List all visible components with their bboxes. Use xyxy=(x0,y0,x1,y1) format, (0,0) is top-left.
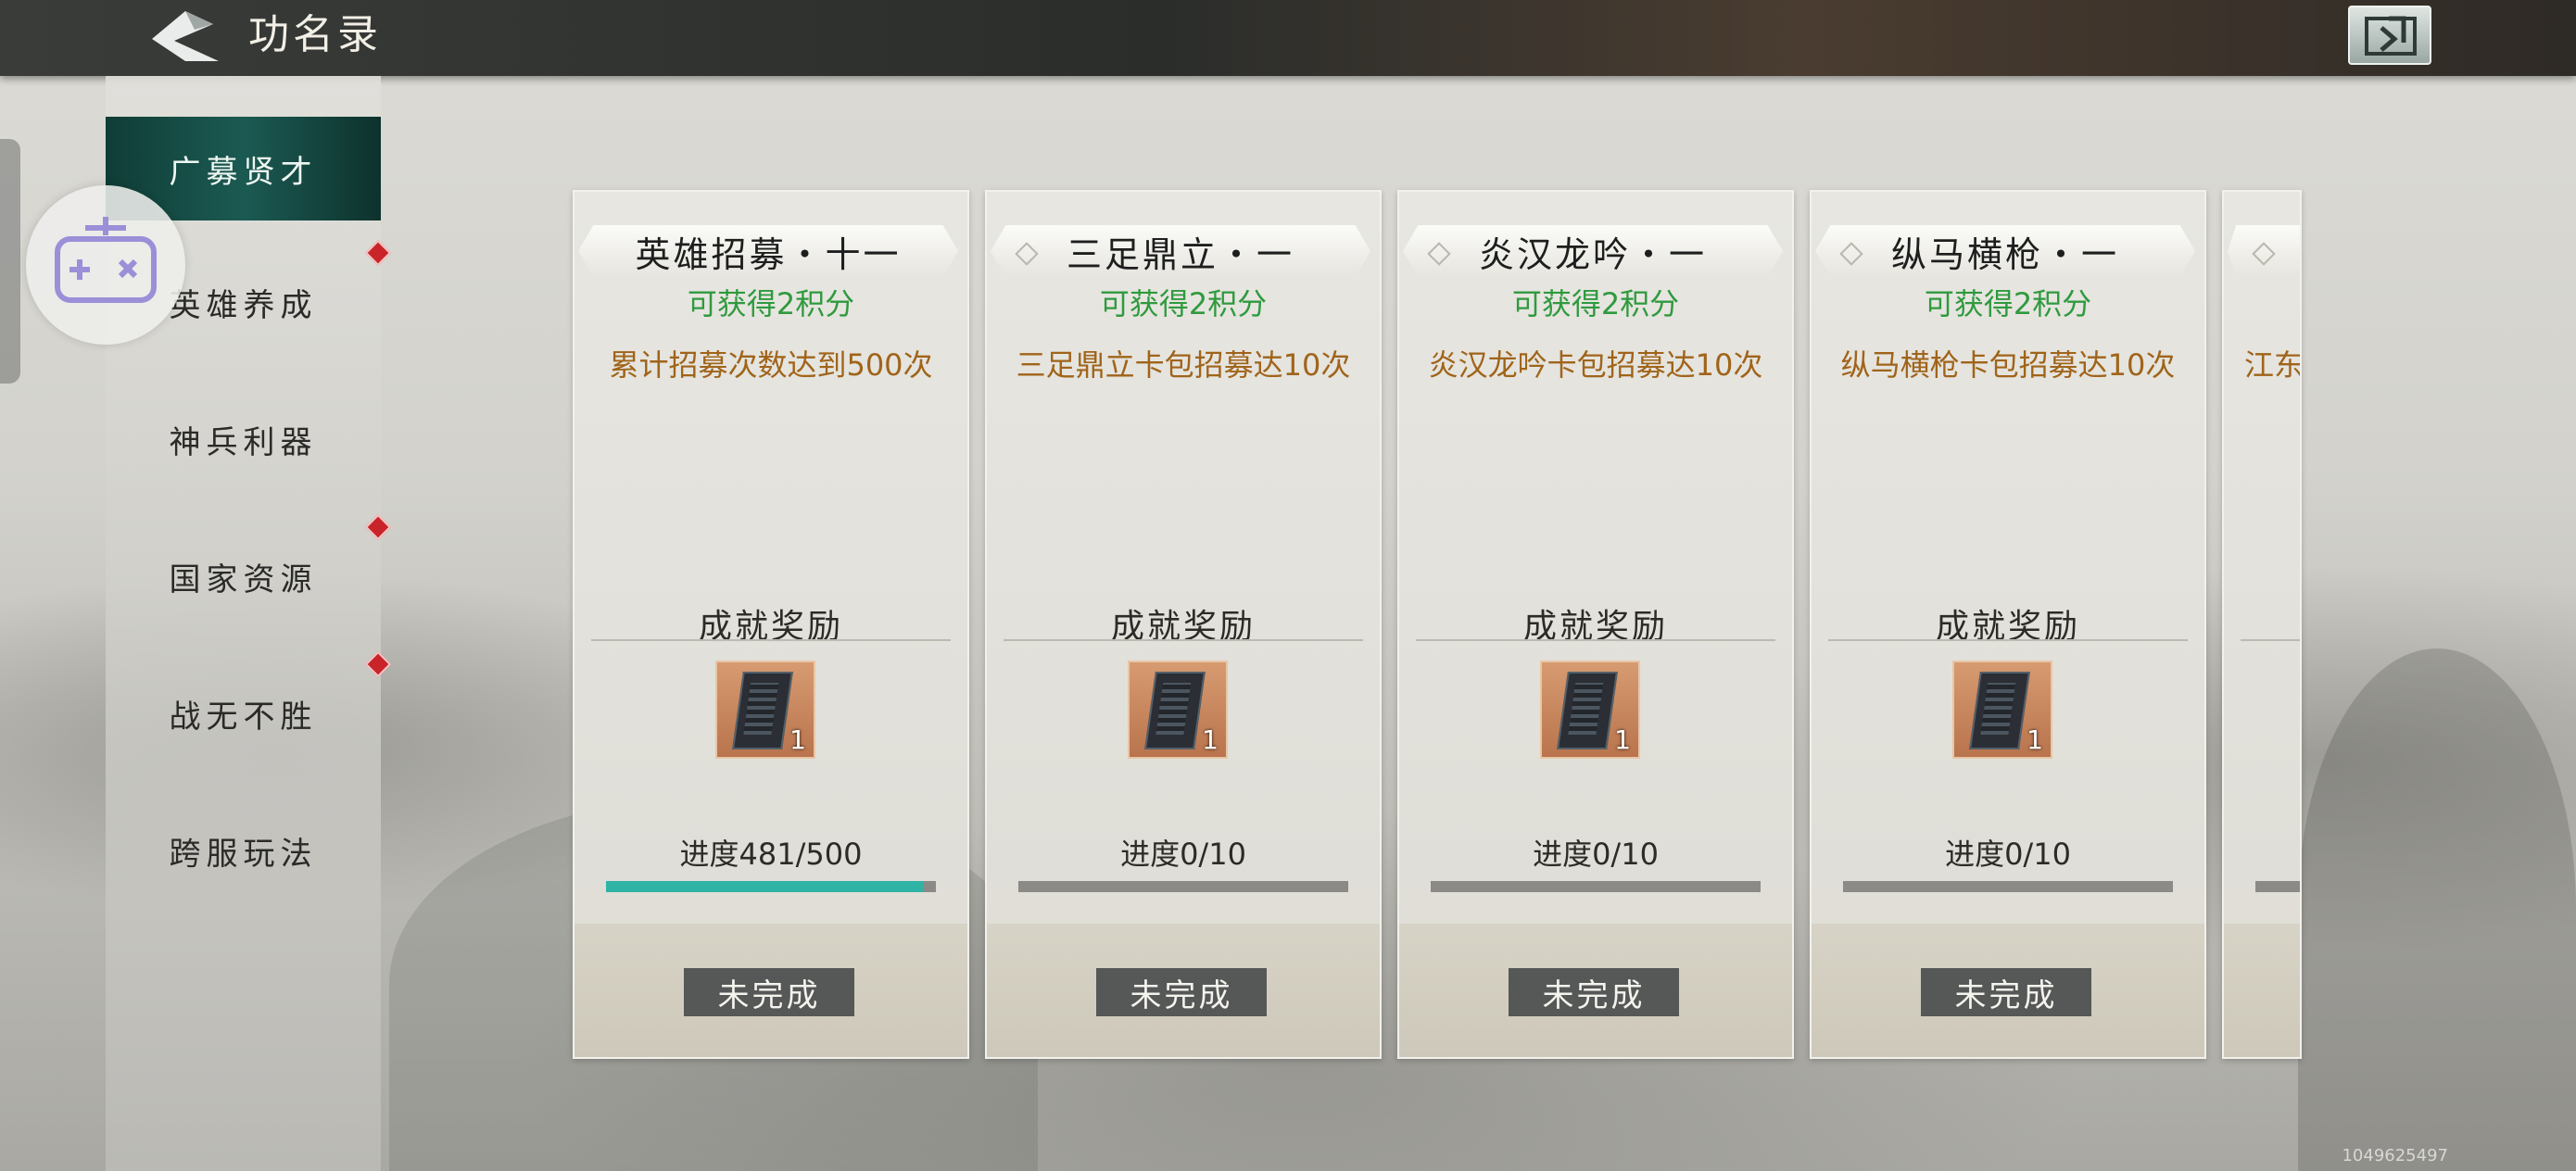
divider xyxy=(1828,639,2188,641)
achievement-card: 三足鼎立・一 可获得2积分 三足鼎立卡包招募达10次 成就奖励 1 进度0/10… xyxy=(985,190,1382,1059)
points-text: 可获得2积分 xyxy=(1511,286,1680,321)
exit-icon[interactable] xyxy=(2348,6,2431,65)
page-title: 功名录 xyxy=(248,11,382,58)
progress-bar xyxy=(1843,881,2173,892)
status-button[interactable]: 未完成 xyxy=(1096,968,1267,1016)
condition-text: 三足鼎立卡包招募达10次 xyxy=(1016,347,1351,383)
card-title xyxy=(2228,225,2300,277)
gamepad-icon xyxy=(55,217,157,303)
reward-item-book-icon[interactable]: 1 xyxy=(715,661,815,759)
card-title: 纵马横枪・一 xyxy=(1815,225,2195,277)
progress-bar xyxy=(606,881,936,892)
progress-bar xyxy=(1018,881,1348,892)
progress-text: 进度0/10 xyxy=(1120,837,1246,872)
achievement-card: 纵马横枪・一 可获得2积分 纵马横枪卡包招募达10次 成就奖励 1 进度0/10… xyxy=(1810,190,2206,1059)
progress-text: 进度0/10 xyxy=(1945,837,2071,872)
watermark: 1049625497 xyxy=(2342,1146,2448,1165)
points-text: 可获得2积分 xyxy=(687,286,855,321)
divider xyxy=(1416,639,1775,641)
achievement-card: 英雄招募・十一 可获得2积分 累计招募次数达到500次 成就奖励 1 进度481… xyxy=(573,190,969,1059)
points-text: 可获得2积分 xyxy=(1924,286,2092,321)
sidebar-item-label: 广募贤才 xyxy=(169,153,318,191)
side-drawer-handle[interactable] xyxy=(0,139,20,384)
points-text: 可获得2积分 xyxy=(1099,286,1268,321)
reward-quantity: 1 xyxy=(2027,724,2043,755)
reward-item-book-icon[interactable]: 1 xyxy=(1952,661,2052,759)
condition-text: 江东 xyxy=(2244,347,2302,383)
status-button[interactable]: 未完成 xyxy=(684,968,854,1016)
card-title: 英雄招募・十一 xyxy=(578,225,958,277)
sidebar-item-label: 国家资源 xyxy=(169,560,318,598)
reward-quantity: 1 xyxy=(1614,724,1631,755)
reward-item-book-icon[interactable]: 1 xyxy=(1128,661,1228,759)
status-button[interactable]: 未完成 xyxy=(1921,968,2091,1016)
card-footer xyxy=(2224,924,2300,1057)
divider xyxy=(591,639,951,641)
condition-text: 纵马横枪卡包招募达10次 xyxy=(1840,347,2176,383)
status-button[interactable]: 未完成 xyxy=(1509,968,1679,1016)
top-bar: 功名录 xyxy=(0,0,2576,76)
sidebar-item-label: 英雄养成 xyxy=(169,286,318,324)
sidebar-item-battle[interactable]: 战无不胜 xyxy=(106,661,381,765)
card-title: 三足鼎立・一 xyxy=(991,225,1370,277)
sidebar-item-label: 跨服玩法 xyxy=(169,835,318,873)
divider xyxy=(2241,639,2300,641)
card-title: 炎汉龙吟・一 xyxy=(1403,225,1783,277)
achievement-card: 炎汉龙吟・一 可获得2积分 炎汉龙吟卡包招募达10次 成就奖励 1 进度0/10… xyxy=(1397,190,1794,1059)
reward-item-book-icon[interactable]: 1 xyxy=(1540,661,1640,759)
sidebar-item-label: 神兵利器 xyxy=(169,423,318,461)
achievement-card-partial: 江东 xyxy=(2222,190,2302,1059)
sidebar-item-cross-server[interactable]: 跨服玩法 xyxy=(106,799,381,902)
condition-text: 累计招募次数达到500次 xyxy=(609,347,933,383)
progress-text: 进度0/10 xyxy=(1533,837,1659,872)
divider xyxy=(1004,639,1363,641)
sidebar-item-national-resources[interactable]: 国家资源 xyxy=(106,524,381,628)
back-arrow-icon[interactable] xyxy=(148,7,222,67)
sidebar-item-label: 战无不胜 xyxy=(169,698,318,736)
sidebar-item-weapons[interactable]: 神兵利器 xyxy=(106,387,381,491)
reward-quantity: 1 xyxy=(1202,724,1219,755)
progress-bar xyxy=(1431,881,1761,892)
floating-gamepad-button[interactable] xyxy=(26,185,185,345)
progress-text: 进度481/500 xyxy=(679,837,863,872)
progress-bar xyxy=(2255,881,2300,892)
reward-quantity: 1 xyxy=(789,724,806,755)
progress-fill xyxy=(606,881,924,892)
condition-text: 炎汉龙吟卡包招募达10次 xyxy=(1428,347,1763,383)
mountain-silhouette xyxy=(2298,648,2576,1171)
